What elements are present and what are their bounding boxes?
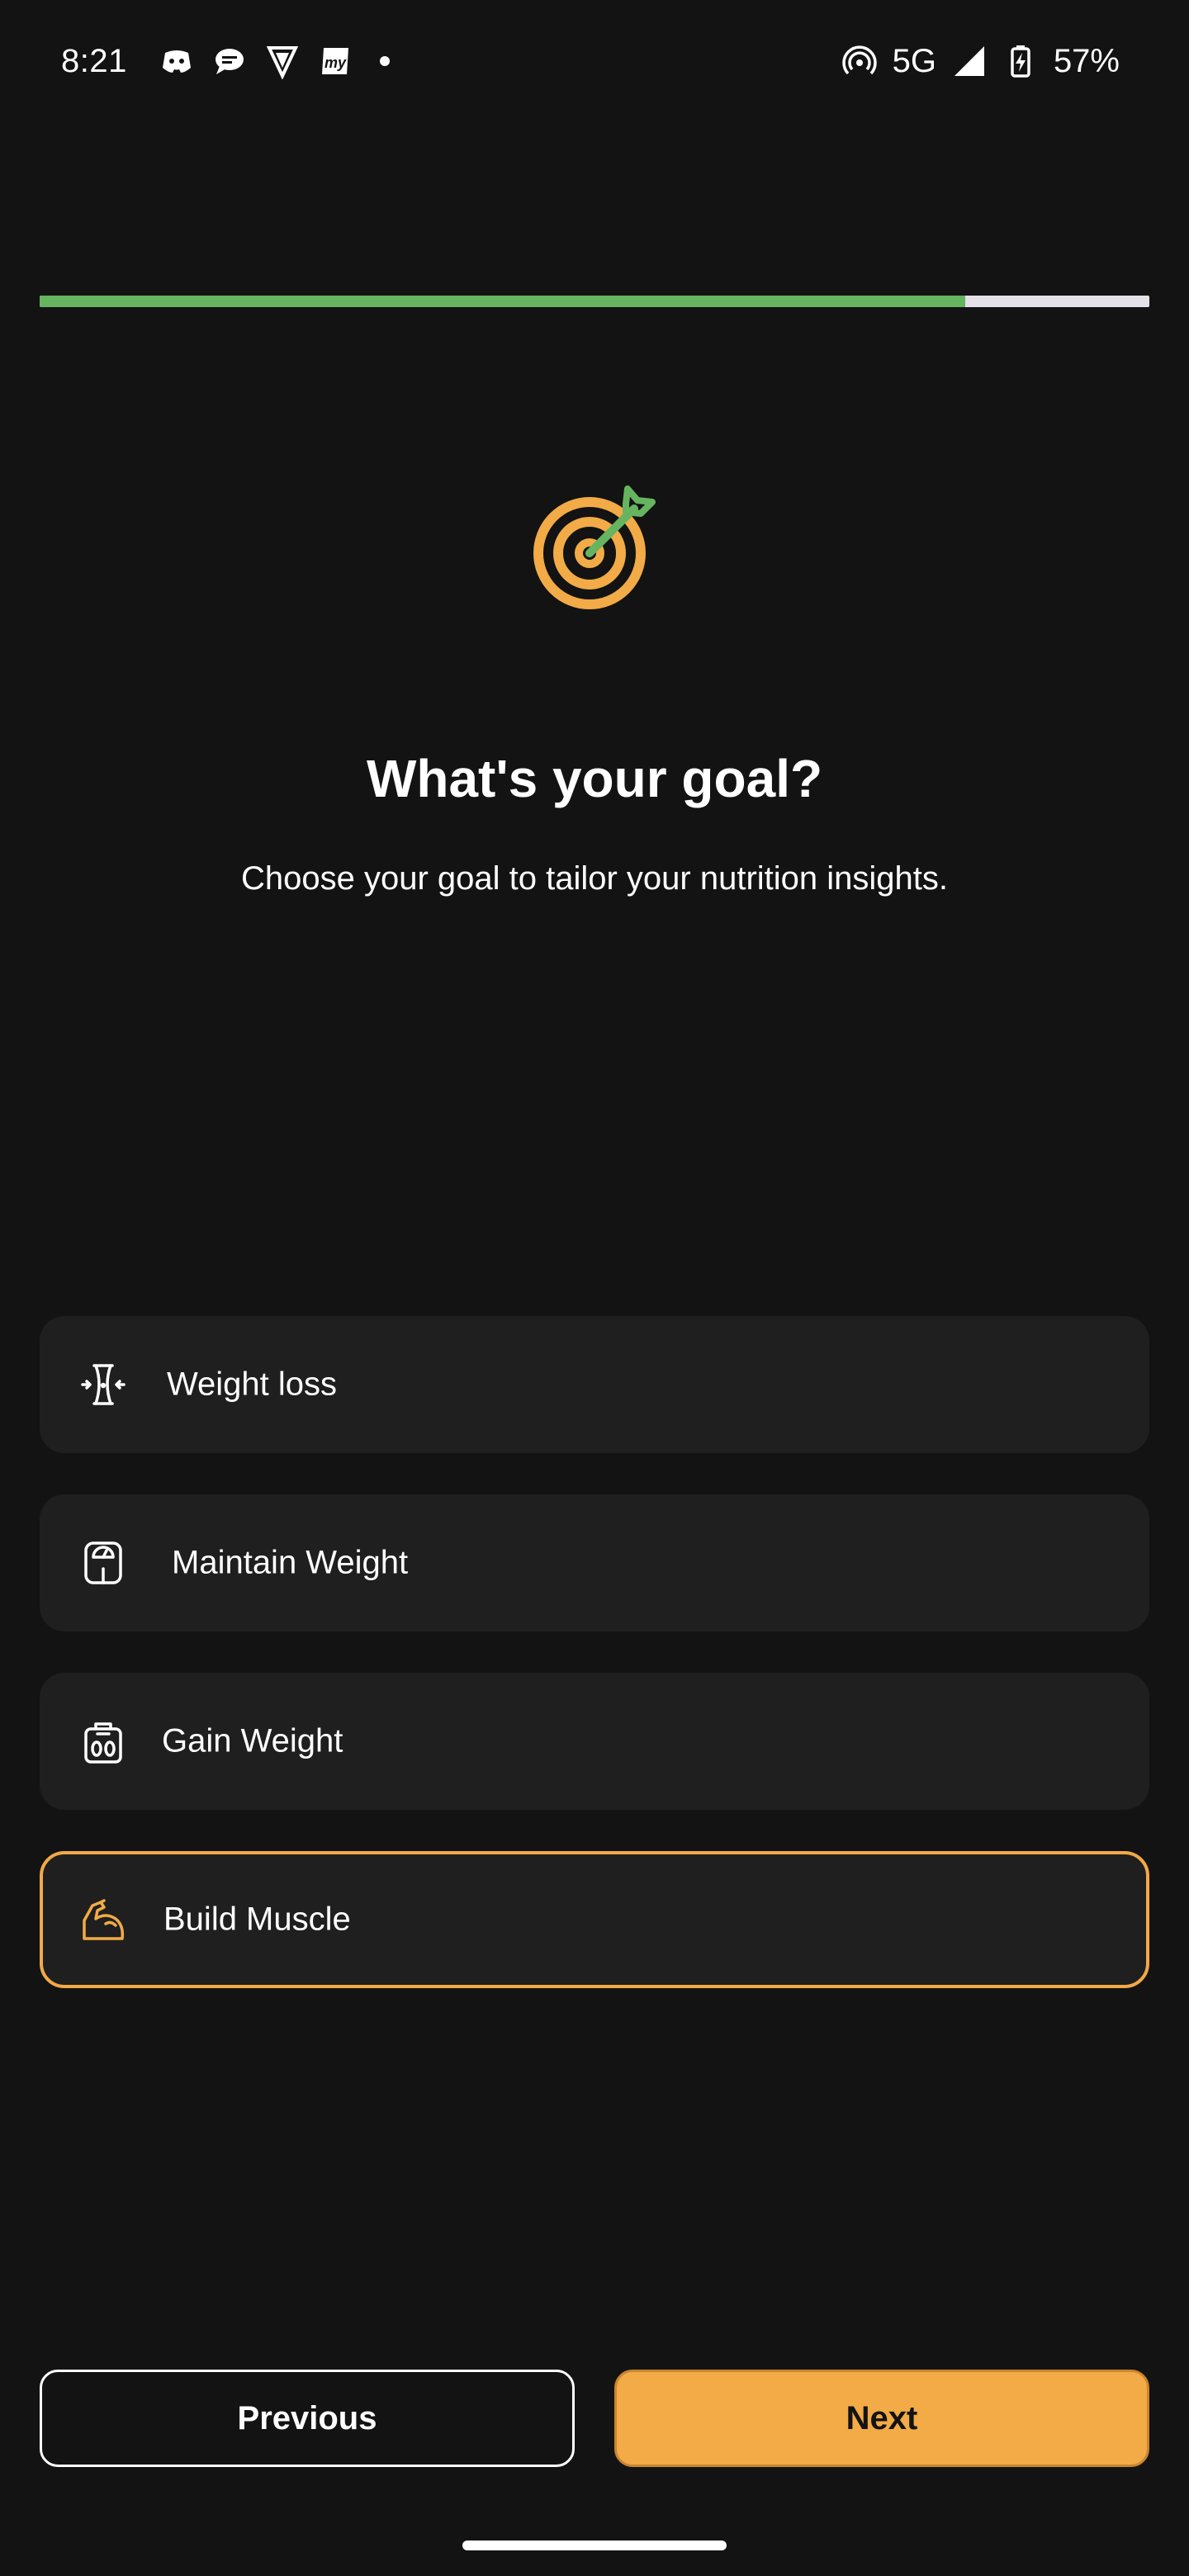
goal-option-weight-loss[interactable]: Weight loss bbox=[40, 1316, 1149, 1453]
status-bar-left: 8:21 my bbox=[61, 36, 390, 86]
status-bar-right: 5G 57% bbox=[841, 36, 1120, 86]
home-indicator[interactable] bbox=[462, 2540, 727, 2550]
messages-icon bbox=[211, 43, 248, 79]
onboarding-progress-fill bbox=[40, 296, 965, 307]
target-arrow-icon bbox=[530, 484, 659, 613]
status-time: 8:21 bbox=[61, 42, 127, 79]
goal-option-gain-weight[interactable]: Gain Weight bbox=[40, 1673, 1149, 1810]
onboarding-progress-bar bbox=[40, 296, 1149, 307]
goal-option-label: Weight loss bbox=[167, 1366, 338, 1403]
bathroom-scale-icon bbox=[79, 1539, 127, 1587]
goal-option-label: Build Muscle bbox=[163, 1901, 351, 1938]
waist-slim-icon bbox=[79, 1361, 127, 1409]
status-bar: 8:21 my 5G 57% bbox=[0, 0, 1189, 124]
battery-percent: 57% bbox=[1053, 42, 1120, 79]
network-type: 5G bbox=[892, 42, 936, 79]
svg-text:my: my bbox=[324, 54, 347, 71]
flexed-biceps-icon bbox=[79, 1896, 127, 1944]
shield-v-icon bbox=[264, 43, 301, 79]
goal-option-maintain-weight[interactable]: Maintain Weight bbox=[40, 1494, 1149, 1631]
previous-button[interactable]: Previous bbox=[40, 2370, 575, 2467]
myntra-icon: my bbox=[317, 43, 353, 79]
next-button[interactable]: Next bbox=[614, 2370, 1149, 2467]
hotspot-icon bbox=[841, 43, 878, 79]
page-subtitle: Choose your goal to tailor your nutritio… bbox=[240, 860, 948, 897]
more-notifications-dot bbox=[379, 56, 390, 66]
goal-option-build-muscle[interactable]: Build Muscle bbox=[40, 1851, 1149, 1988]
signal-icon bbox=[951, 43, 988, 79]
weight-bag-icon bbox=[79, 1717, 127, 1765]
goal-option-label: Maintain Weight bbox=[172, 1544, 409, 1581]
page-title: What's your goal? bbox=[366, 749, 823, 808]
battery-charging-icon bbox=[1002, 43, 1039, 79]
discord-icon bbox=[159, 43, 195, 79]
goal-option-label: Gain Weight bbox=[162, 1722, 343, 1759]
